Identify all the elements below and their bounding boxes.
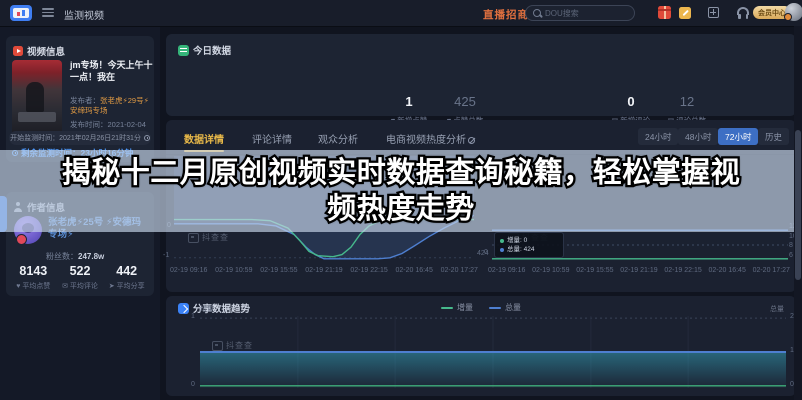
likes-x-axis: 02-19 09:16 02-19 10:59 02-19 15:55 02-19 2…	[170, 267, 478, 274]
overlay-title: 揭秘十二月原创视频实时数据查询秘籍，轻松掌握视 频热度走势	[6, 155, 796, 227]
x-axis-tick: 02-20 17:27	[441, 267, 478, 274]
avg-comments-label: ✉ 平均评论	[57, 281, 104, 291]
range-72h-button[interactable]: 72小时	[718, 128, 758, 145]
tab-ecommerce-heat[interactable]: 电商视频热度分析	[386, 131, 475, 146]
monitor-start-badge: 开始监测时间：2021年02月26日21时31分	[9, 131, 151, 145]
search-icon	[533, 9, 541, 17]
comments-x-axis: 02-19 09:16 02-19 10:59 02-19 15:55 02-19 2…	[488, 267, 790, 274]
heart-icon: ♥	[16, 283, 20, 290]
range-24h-button[interactable]: 24小时	[638, 128, 678, 145]
x-axis-tick: 02-19 09:16	[170, 267, 207, 274]
share-trend-svg	[200, 316, 786, 388]
x-axis-tick: 02-19 09:16	[488, 267, 525, 274]
new-likes-value: 1	[381, 94, 437, 109]
live-promo-link[interactable]: 直播招商	[483, 7, 529, 22]
author-stats-labels: ♥ 平均点赞 ✉ 平均评论 ➤ 平均分享	[10, 281, 150, 291]
green-line-swatch	[441, 307, 453, 309]
left-axis-name: 增量	[200, 304, 214, 314]
search-placeholder: DOU搜索	[545, 8, 579, 19]
video-thumbnail[interactable]	[12, 60, 62, 138]
clock-icon	[144, 135, 150, 141]
task-icon[interactable]	[679, 7, 691, 19]
blue-line-swatch	[489, 307, 501, 309]
x-axis-tick: 02-19 21:19	[620, 267, 657, 274]
avg-likes-label: ♥ 平均点赞	[10, 281, 57, 291]
watermark: 抖查查	[212, 340, 253, 351]
range-history-button[interactable]: 历史	[758, 128, 789, 145]
legend-increment[interactable]: 增量	[441, 302, 473, 313]
avg-comments-value: 522	[57, 264, 104, 278]
avg-shares-value: 442	[103, 264, 150, 278]
nav-monitored-videos[interactable]: 监测视频	[64, 7, 104, 22]
apps-grid-icon[interactable]	[708, 7, 719, 18]
total-comments-value: 12	[659, 94, 715, 109]
app-logo-icon[interactable]	[10, 5, 32, 21]
share-icon: ➤	[109, 283, 115, 290]
tab-audience-analysis[interactable]: 观众分析	[318, 131, 358, 146]
video-info-header: 视频信息	[13, 44, 65, 58]
hamburger-menu-icon[interactable]	[42, 8, 54, 18]
comment-icon: ✉	[62, 283, 68, 290]
calendar-icon	[178, 45, 189, 56]
left-axis-tick: 0	[191, 381, 195, 388]
tab-comment-detail[interactable]: 评论详情	[252, 131, 292, 146]
x-axis-tick: 02-20 16:45	[395, 267, 432, 274]
share-trend-chart: 抖查查	[200, 316, 786, 388]
total-likes-value: 425	[437, 94, 493, 109]
chart-legend: 增量 总量	[166, 302, 796, 313]
scrollbar-thumb[interactable]	[795, 130, 801, 280]
headphones-icon[interactable]	[737, 7, 749, 15]
avg-shares-label: ➤ 平均分享	[103, 281, 150, 291]
x-axis-tick: 02-19 10:59	[215, 267, 252, 274]
today-data-card: 今日数据 1 ♥ 新增点赞 425 ♥ 点赞总数 0 ✉ 新增评论 12 ✉ 评…	[166, 34, 796, 116]
top-bar: 监测视频 直播招商 DOU搜索 会员中心	[0, 0, 802, 27]
x-axis-tick: 02-19 21:19	[305, 267, 342, 274]
locked-icon	[468, 137, 475, 144]
search-input[interactable]: DOU搜索	[525, 5, 635, 21]
title-overlay-banner: 揭秘十二月原创视频实时数据查询秘籍，轻松掌握视 频热度走势	[0, 150, 802, 232]
tab-data-detail[interactable]: 数据详情	[184, 131, 224, 146]
chart-tooltip: 增量: 0 总量: 424	[494, 232, 564, 258]
video-title: jm专场！今天上午十一点！我在	[70, 59, 154, 83]
x-axis-tick: 02-19 10:59	[532, 267, 569, 274]
scrollbar-track[interactable]	[794, 26, 802, 400]
watermark: 抖查查	[188, 232, 229, 243]
avg-likes-value: 8143	[10, 264, 57, 278]
video-icon	[13, 46, 23, 56]
today-header: 今日数据	[178, 43, 231, 57]
x-axis-tick: 02-19 15:55	[576, 267, 613, 274]
x-axis-tick: 02-19 22:15	[350, 267, 387, 274]
dashboard-page: 监测视频 直播招商 DOU搜索 会员中心 视频信息 jm专场！今天上午十一点！我…	[0, 0, 802, 400]
left-axis-tick: 0	[484, 249, 488, 256]
user-avatar[interactable]	[785, 3, 802, 21]
range-48h-button[interactable]: 48小时	[678, 128, 718, 145]
author-stats-values: 8143 522 442	[10, 264, 150, 278]
share-trend-panel: 分享数据趋势 增量 总量 增量 总量 抖查查 1 0 2	[166, 296, 796, 396]
watermark-logo-icon	[188, 233, 199, 243]
legend-total[interactable]: 总量	[489, 302, 521, 313]
x-axis-tick: 02-19 15:55	[260, 267, 297, 274]
x-axis-tick: 02-20 16:45	[708, 267, 745, 274]
left-axis-tick: -1	[163, 252, 169, 259]
right-axis-name: 总量	[770, 304, 784, 314]
video-publisher: 发布者：张老虎⚡29号⚡安缔玛专场	[70, 96, 154, 116]
gift-icon[interactable]	[658, 6, 671, 19]
watermark-logo-icon	[212, 341, 223, 351]
fans-count: 粉丝数：247.8w	[46, 251, 104, 262]
x-axis-tick: 02-19 22:15	[664, 267, 701, 274]
increment-dot	[500, 239, 504, 243]
left-axis-tick: 1	[191, 313, 195, 320]
total-dot	[500, 248, 504, 252]
new-comments-value: 0	[603, 94, 659, 109]
x-axis-tick: 02-20 17:27	[753, 267, 790, 274]
